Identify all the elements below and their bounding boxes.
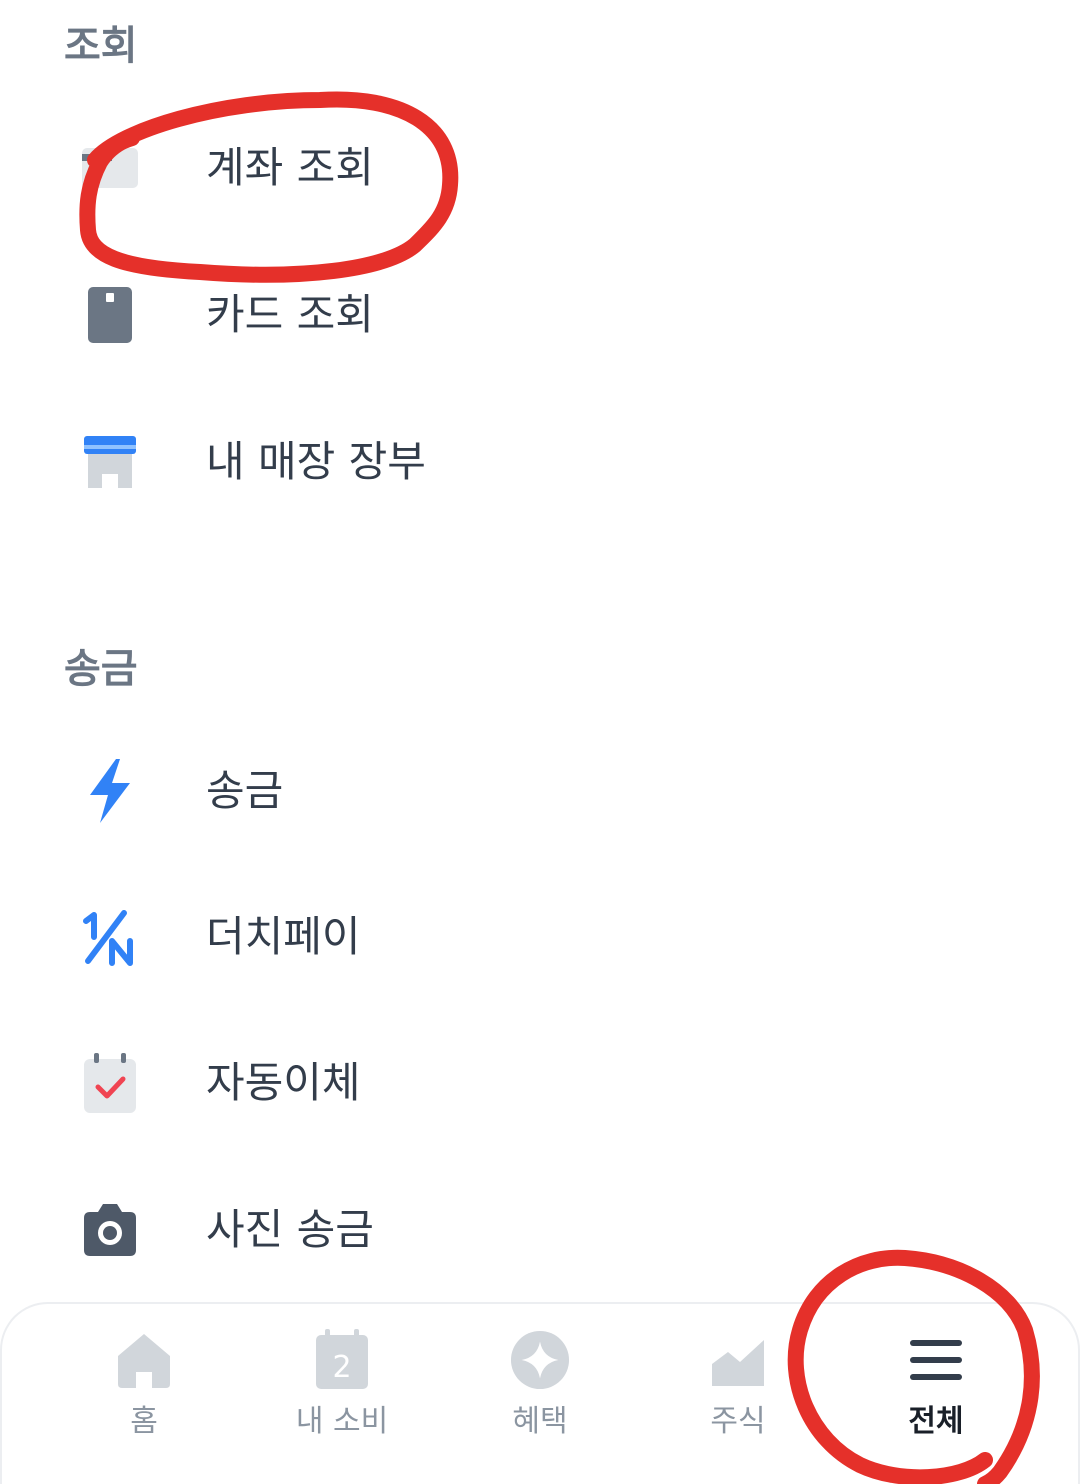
menu-label: 내 매장 장부	[206, 437, 426, 486]
bottom-nav: 홈 2 내 소비 혜택 주식 전체	[0, 1302, 1080, 1484]
menu-label: 자동이체	[206, 1058, 361, 1107]
menu-label: 더치페이	[206, 912, 361, 961]
chart-icon	[708, 1330, 768, 1390]
lightning-icon	[80, 759, 140, 823]
menu-label: 계좌 조회	[206, 143, 374, 192]
menu-label: 카드 조회	[206, 290, 374, 339]
nav-label: 주식	[710, 1404, 766, 1439]
calendar-icon: 2	[312, 1329, 372, 1390]
menu-item-auto-transfer[interactable]: 자동이체	[0, 1023, 1080, 1143]
card-icon	[80, 285, 140, 345]
calendar-check-icon	[80, 1053, 140, 1113]
sparkle-icon	[510, 1330, 570, 1390]
section-title-inquiry: 조회	[64, 23, 138, 69]
store-icon	[80, 432, 140, 492]
menu-item-transfer[interactable]: 송금	[0, 731, 1080, 851]
menu-label: 사진 송금	[206, 1205, 374, 1254]
calendar-badge: 2	[332, 1350, 351, 1385]
home-icon	[114, 1330, 174, 1390]
split-bill-icon	[80, 907, 140, 967]
nav-item-home[interactable]: 홈	[64, 1322, 224, 1462]
nav-item-my-spending[interactable]: 2 내 소비	[262, 1322, 422, 1462]
nav-label: 전체	[908, 1404, 964, 1439]
menu-item-dutch-pay[interactable]: 더치페이	[0, 877, 1080, 997]
menu-item-account-inquiry[interactable]: 계좌 조회	[0, 108, 1080, 228]
account-icon	[80, 138, 140, 198]
nav-item-all[interactable]: 전체	[856, 1322, 1016, 1462]
nav-item-benefits[interactable]: 혜택	[460, 1322, 620, 1462]
section-title-transfer: 송금	[64, 646, 138, 692]
menu-item-photo-transfer[interactable]: 사진 송금	[0, 1170, 1080, 1290]
camera-icon	[80, 1200, 140, 1260]
nav-label: 내 소비	[295, 1404, 389, 1439]
menu-item-card-inquiry[interactable]: 카드 조회	[0, 255, 1080, 375]
nav-label: 혜택	[512, 1404, 568, 1439]
menu-item-store-ledger[interactable]: 내 매장 장부	[0, 402, 1080, 522]
nav-label: 홈	[130, 1404, 158, 1439]
menu-label: 송금	[206, 766, 284, 815]
nav-item-stocks[interactable]: 주식	[658, 1322, 818, 1462]
menu-icon	[906, 1330, 966, 1390]
